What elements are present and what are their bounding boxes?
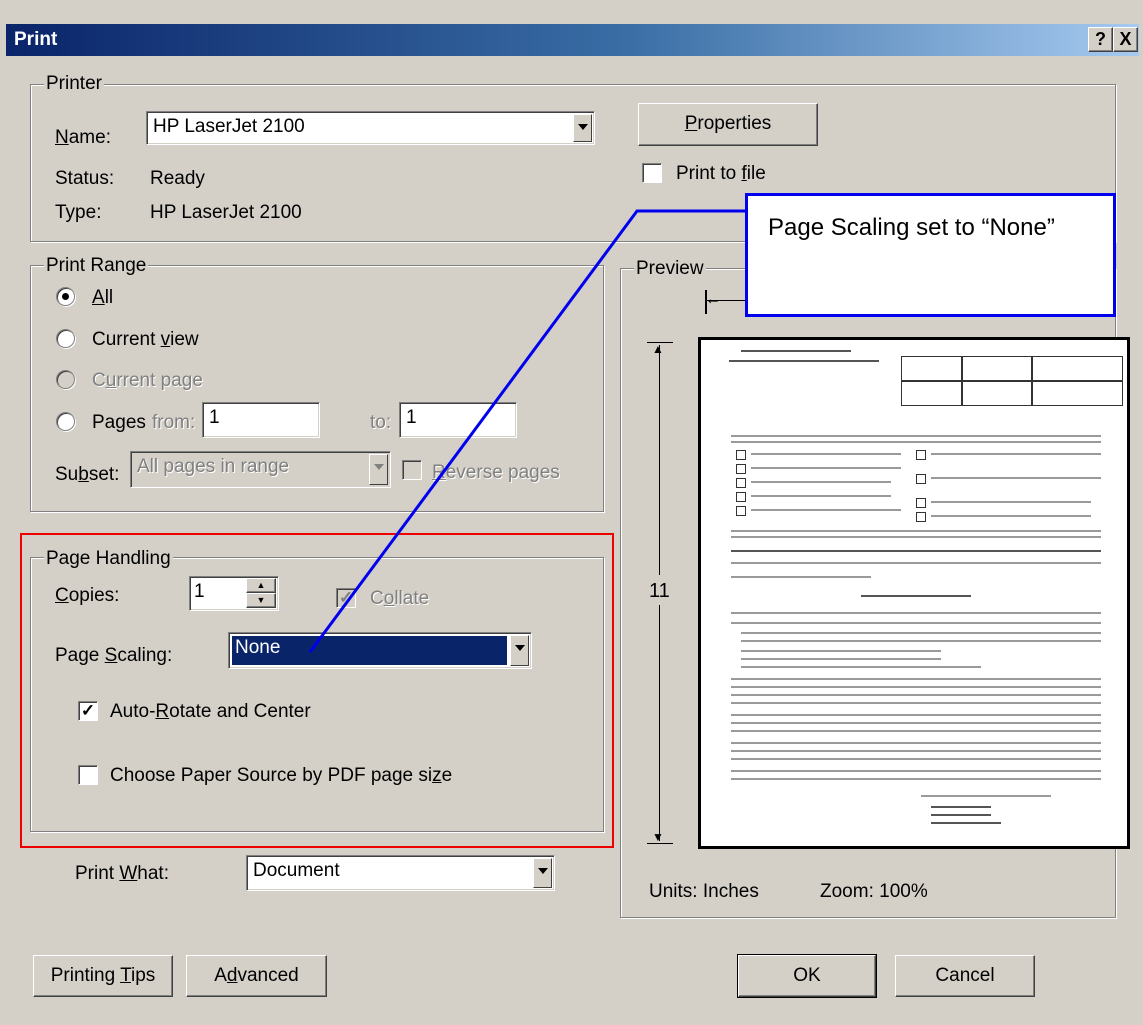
print-dialog: Print ? X Printer Name: HP LaserJet 2100… (0, 0, 1143, 1025)
callout-leader-line (308, 209, 745, 653)
callout-box: Page Scaling set to “None” (745, 193, 1116, 317)
